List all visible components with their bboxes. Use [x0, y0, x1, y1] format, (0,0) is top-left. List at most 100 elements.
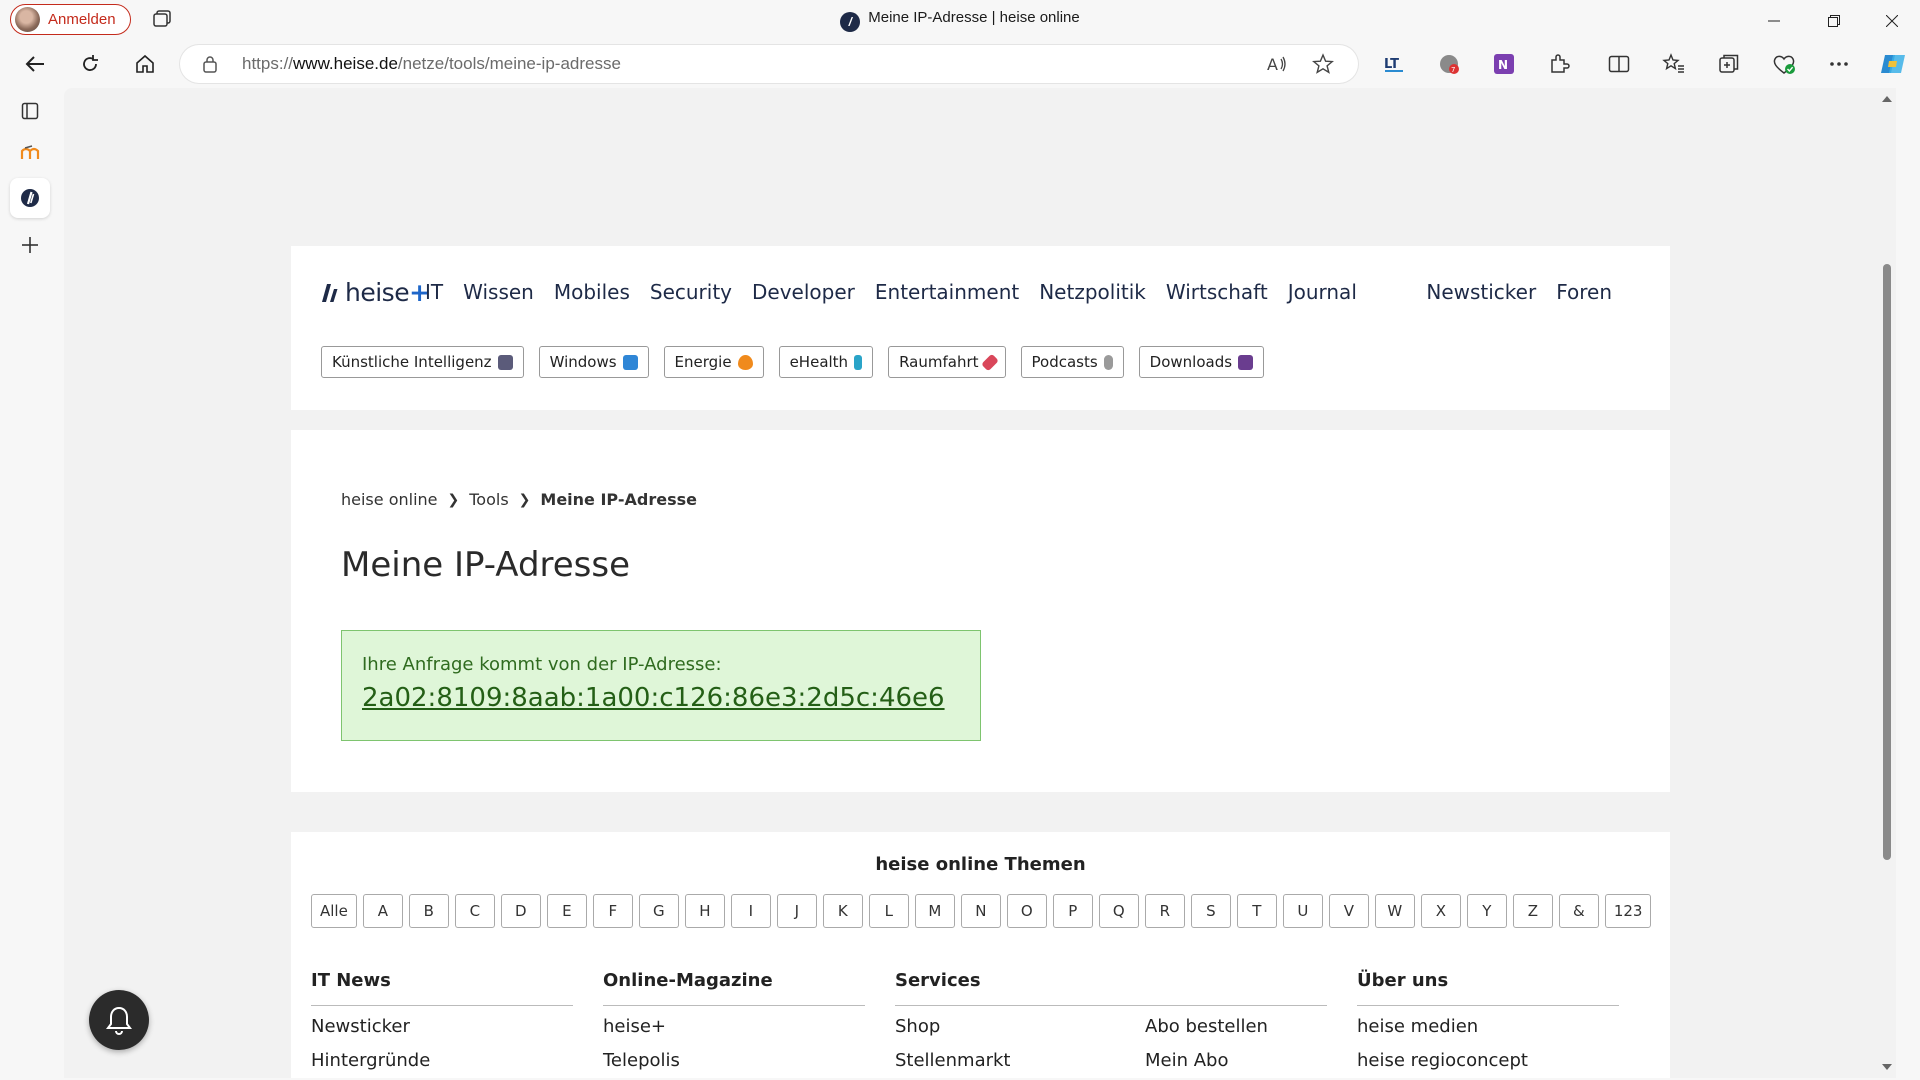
letter-w[interactable]: W: [1374, 894, 1415, 928]
breadcrumb-tools[interactable]: Tools: [469, 490, 508, 509]
letter-alle[interactable]: Alle: [311, 894, 357, 928]
scroll-up-arrow-icon[interactable]: [1882, 96, 1892, 102]
new-tab-plus-icon[interactable]: [10, 225, 50, 265]
onenote-extension-icon[interactable]: N: [1485, 46, 1523, 82]
chip-ehealth[interactable]: eHealth: [778, 346, 874, 378]
vertical-tab-sidebar: [0, 87, 60, 1080]
more-menu-icon[interactable]: [1820, 46, 1858, 82]
letter-h[interactable]: H: [684, 894, 725, 928]
back-button[interactable]: [16, 46, 54, 82]
footer-link-newsticker[interactable]: Newsticker: [311, 1016, 573, 1040]
nav-mobiles[interactable]: Mobiles: [554, 280, 630, 304]
browser-essentials-icon[interactable]: [1765, 46, 1803, 82]
letter-g[interactable]: G: [638, 894, 679, 928]
notification-bell-button[interactable]: [89, 990, 149, 1050]
home-button[interactable]: [126, 46, 164, 82]
themen-footer: heise online Themen Alle A B C D E F G H…: [291, 832, 1670, 1078]
nav-journal[interactable]: Journal: [1288, 280, 1357, 304]
letter-a[interactable]: A: [362, 894, 403, 928]
letter-j[interactable]: J: [776, 894, 817, 928]
restore-button[interactable]: [1806, 0, 1862, 41]
logo-text: heise: [345, 278, 410, 307]
nav-security[interactable]: Security: [650, 280, 732, 304]
letter-123[interactable]: 123: [1604, 894, 1652, 928]
letter-k[interactable]: K: [822, 894, 863, 928]
footer-link-telepolis[interactable]: Telepolis: [603, 1050, 865, 1074]
lock-icon[interactable]: [202, 55, 218, 77]
letter-r[interactable]: R: [1144, 894, 1185, 928]
page-scrollbar[interactable]: [1878, 88, 1896, 1078]
chip-raumfahrt[interactable]: Raumfahrt: [888, 346, 1006, 378]
letter-f[interactable]: F: [592, 894, 633, 928]
nav-developer[interactable]: Developer: [752, 280, 855, 304]
footer-link-heise-plus[interactable]: heise+: [603, 1016, 865, 1040]
nav-it[interactable]: IT: [425, 280, 443, 304]
heise-plus-logo[interactable]: heise +: [321, 278, 430, 307]
letter-p[interactable]: P: [1052, 894, 1093, 928]
copilot-icon[interactable]: [1874, 46, 1912, 82]
bell-icon: [106, 1006, 132, 1035]
letter-ampersand[interactable]: &: [1558, 894, 1599, 928]
read-aloud-icon[interactable]: A: [1264, 51, 1290, 77]
tab-overview-icon[interactable]: [10, 91, 50, 131]
footer-link-shop[interactable]: Shop: [895, 1016, 1145, 1040]
letter-m[interactable]: M: [914, 894, 955, 928]
footer-link-abo-bestellen[interactable]: Abo bestellen: [1145, 1016, 1268, 1040]
nav-wirtschaft[interactable]: Wirtschaft: [1166, 280, 1268, 304]
footer-link-heise-medien[interactable]: heise medien: [1357, 1016, 1619, 1040]
letter-t[interactable]: T: [1236, 894, 1277, 928]
letter-o[interactable]: O: [1006, 894, 1047, 928]
chip-energie[interactable]: Energie: [663, 346, 764, 378]
split-screen-icon[interactable]: [1600, 46, 1638, 82]
letter-n[interactable]: N: [960, 894, 1001, 928]
reload-button[interactable]: [71, 46, 109, 82]
url-text[interactable]: https://www.heise.de/netze/tools/meine-i…: [242, 54, 621, 74]
letter-s[interactable]: S: [1190, 894, 1231, 928]
adblock-extension-icon[interactable]: 7: [1430, 46, 1468, 82]
heise-favicon-icon: /: [840, 12, 861, 32]
letter-q[interactable]: Q: [1098, 894, 1139, 928]
footer-link-heise-regioconcept[interactable]: heise regioconcept: [1357, 1050, 1619, 1074]
close-window-button[interactable]: [1864, 0, 1920, 41]
nav-foren[interactable]: Foren: [1556, 280, 1612, 304]
chip-podcasts[interactable]: Podcasts: [1020, 346, 1124, 378]
letter-b[interactable]: B: [408, 894, 449, 928]
favorites-icon[interactable]: [1655, 46, 1693, 82]
chip-downloads[interactable]: Downloads: [1138, 346, 1265, 378]
letter-i[interactable]: I: [730, 894, 771, 928]
nav-netzpolitik[interactable]: Netzpolitik: [1039, 280, 1146, 304]
letter-l[interactable]: L: [868, 894, 909, 928]
letter-e[interactable]: E: [546, 894, 587, 928]
footer-link-hintergruende[interactable]: Hintergründe: [311, 1050, 573, 1074]
address-bar[interactable]: https://www.heise.de/netze/tools/meine-i…: [180, 45, 1358, 83]
nav-entertainment[interactable]: Entertainment: [875, 280, 1019, 304]
tab-favicon-heise-icon[interactable]: [10, 178, 50, 218]
letter-u[interactable]: U: [1282, 894, 1323, 928]
scroll-down-arrow-icon[interactable]: [1882, 1064, 1892, 1070]
letter-v[interactable]: V: [1328, 894, 1369, 928]
breadcrumb-home[interactable]: heise online: [341, 490, 438, 509]
chip-kuenstliche-intelligenz[interactable]: Künstliche Intelligenz: [321, 346, 524, 378]
letter-y[interactable]: Y: [1466, 894, 1507, 928]
breadcrumb: heise online ❯ Tools ❯ Meine IP-Adresse: [341, 490, 697, 509]
footer-link-stellenmarkt[interactable]: Stellenmarkt: [895, 1050, 1145, 1074]
windows-emoji-icon: [622, 354, 638, 370]
languagetool-extension-icon[interactable]: LT: [1375, 46, 1413, 82]
minimize-button[interactable]: [1746, 0, 1802, 41]
footer-col-ueber-uns: Über uns heise medien heise regioconcept: [1357, 970, 1619, 1074]
scrollbar-thumb[interactable]: [1883, 264, 1891, 860]
letter-c[interactable]: C: [454, 894, 495, 928]
extensions-icon[interactable]: [1540, 46, 1578, 82]
nav-wissen[interactable]: Wissen: [463, 280, 534, 304]
ip-address-link[interactable]: 2a02:8109:8aab:1a00:c126:86e3:2d5c:46e6: [362, 683, 945, 713]
nav-newsticker[interactable]: Newsticker: [1426, 280, 1536, 304]
footer-link-mein-abo[interactable]: Mein Abo: [1145, 1050, 1268, 1074]
letter-d[interactable]: D: [500, 894, 541, 928]
tab-favicon-moodle-icon[interactable]: [10, 133, 50, 173]
letter-x[interactable]: X: [1420, 894, 1461, 928]
favorite-star-icon[interactable]: [1310, 51, 1336, 77]
footer-heading-ueber-uns: Über uns: [1357, 970, 1619, 1006]
letter-z[interactable]: Z: [1512, 894, 1553, 928]
chip-windows[interactable]: Windows: [538, 346, 649, 378]
collections-icon[interactable]: [1710, 46, 1748, 82]
